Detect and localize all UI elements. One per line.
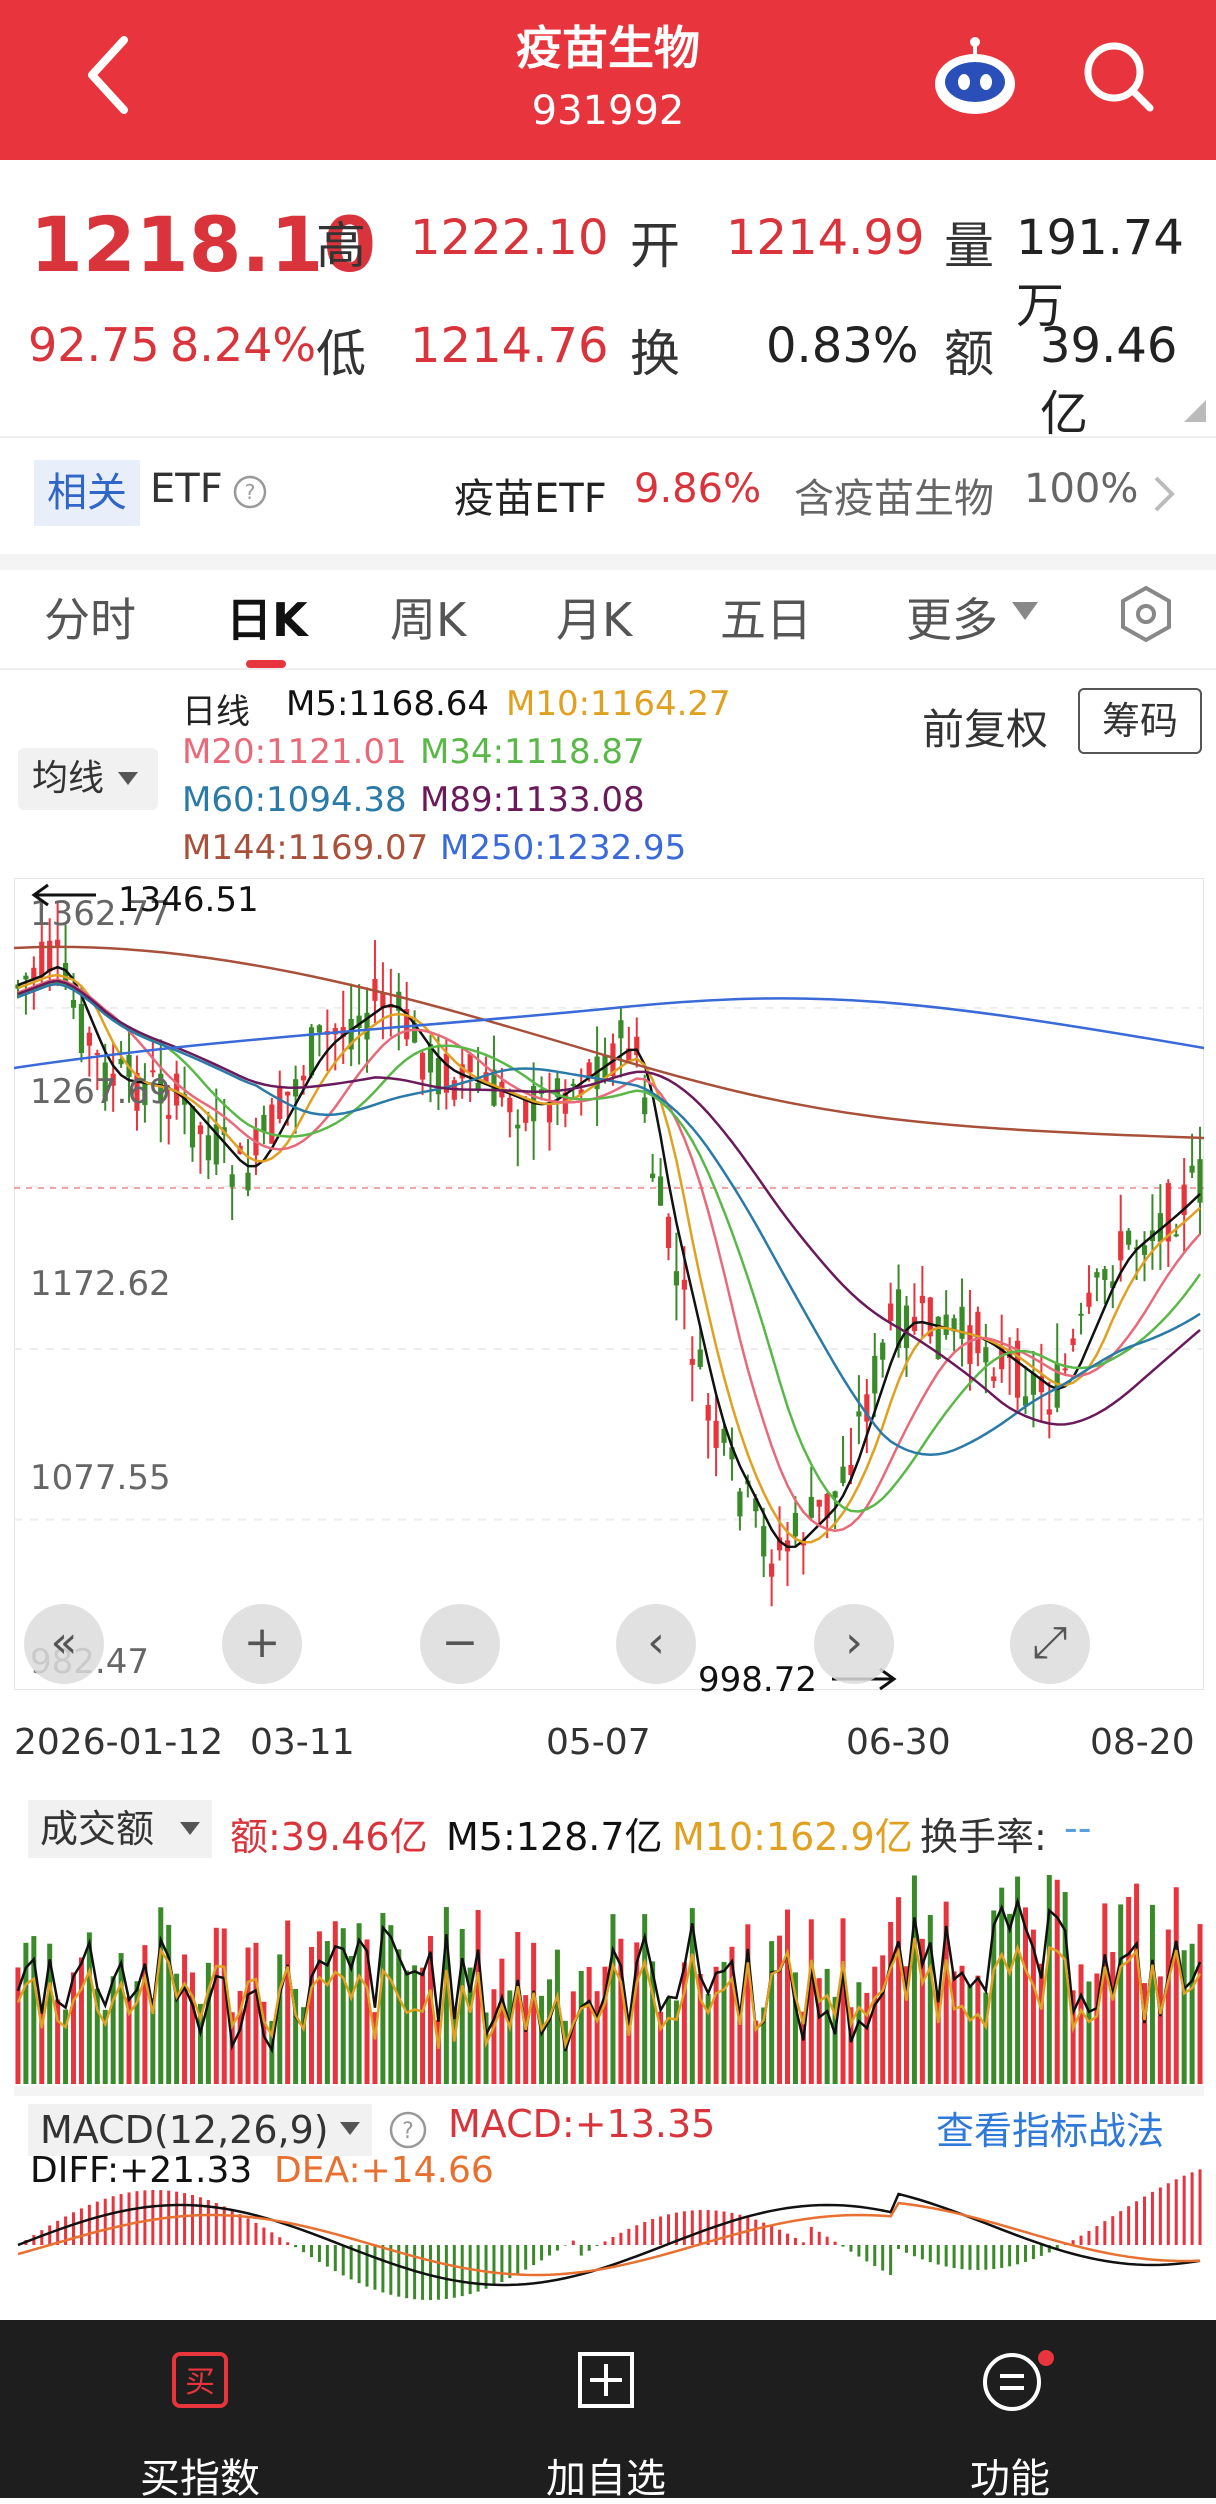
ma60-value: M60:1094.38	[182, 780, 407, 820]
etf-holding-label: 含疫苗生物	[794, 466, 994, 524]
volume-label: 量	[944, 206, 994, 278]
ma89-value: M89:1133.08	[420, 780, 645, 820]
help-icon[interactable]: ?	[232, 474, 268, 510]
ma144-value: M144:1169.07	[182, 828, 428, 868]
zoom-out-icon[interactable]: −	[420, 1604, 500, 1684]
volume-amount: 额:39.46亿	[230, 1806, 428, 1861]
tab-weekly-k[interactable]: 周K	[390, 584, 466, 650]
ma20-value: M20:1121.01	[182, 732, 407, 772]
open-label: 开	[630, 206, 680, 278]
turnover-rate-label: 换手率:	[920, 1806, 1047, 1861]
chevron-right-icon[interactable]	[1150, 472, 1178, 516]
ma34-value: M34:1118.87	[420, 732, 645, 772]
help-icon[interactable]: ?	[388, 2110, 428, 2150]
etf-holding-pct: 100%	[1024, 466, 1138, 512]
fullscreen-icon[interactable]: ⤢	[1010, 1604, 1090, 1684]
page-title: 疫苗生物	[0, 12, 1216, 78]
candlestick-chart[interactable]	[14, 878, 1204, 1690]
adjust-mode[interactable]: 前复权	[922, 696, 1048, 757]
max-arrow-icon	[30, 880, 100, 910]
turnover-rate-value: --	[1064, 1806, 1091, 1850]
add-watchlist-button[interactable]: 加自选	[506, 2446, 706, 2504]
svg-text:?: ?	[402, 2119, 414, 2144]
volume-m5: M5:128.7亿	[446, 1806, 663, 1861]
price-change: 92.75	[28, 318, 160, 372]
tab-more[interactable]: 更多	[906, 584, 998, 650]
buy-icon[interactable]: 买	[170, 2350, 230, 2410]
tab-five-day[interactable]: 五日	[720, 584, 812, 650]
svg-text:?: ?	[245, 480, 256, 504]
ma5-value: M5:1168.64	[286, 684, 489, 724]
section-gap	[14, 2086, 1204, 2096]
low-label: 低	[316, 314, 366, 386]
etf-word: ETF	[150, 466, 223, 512]
expand-corner-icon[interactable]	[1184, 400, 1206, 422]
macd-selector-label: MACD(12,26,9)	[40, 2108, 329, 2152]
scroll-to-start-icon[interactable]: «	[24, 1604, 104, 1684]
caret-down-icon	[180, 1822, 200, 1836]
tab-monthly-k[interactable]: 月K	[556, 584, 632, 650]
search-icon[interactable]	[1078, 36, 1158, 116]
y-axis-label-4: 1077.55	[30, 1458, 171, 1498]
x-axis-label-5: 08-20	[1090, 1722, 1195, 1763]
etf-change: 9.86%	[634, 466, 761, 512]
low-value: 1214.76	[410, 318, 609, 374]
tab-daily-k[interactable]: 日K	[226, 584, 308, 650]
chips-button[interactable]: 筹码	[1078, 688, 1202, 754]
open-value: 1214.99	[726, 210, 925, 266]
ma-period-type: 日线	[182, 684, 250, 733]
caret-down-icon	[1012, 602, 1038, 622]
function-menu-icon[interactable]	[980, 2348, 1056, 2412]
active-tab-indicator	[246, 660, 286, 668]
macd-chart[interactable]	[14, 2150, 1204, 2320]
settings-hexagon-icon[interactable]	[1116, 584, 1176, 644]
min-price-label: 998.72	[698, 1660, 817, 1700]
high-label: 高	[316, 206, 366, 278]
macd-selector[interactable]: MACD(12,26,9)	[28, 2104, 372, 2156]
buy-icon-glyph: 买	[185, 2365, 215, 2400]
macd-value: MACD:+13.35	[448, 2102, 715, 2146]
high-value: 1222.10	[410, 210, 609, 266]
tab-timeshare[interactable]: 分时	[44, 584, 136, 650]
ma250-value: M250:1232.95	[440, 828, 686, 868]
volume-chart[interactable]	[14, 1862, 1204, 2084]
robot-assistant-icon[interactable]	[930, 32, 1020, 122]
turnover-label: 换	[630, 314, 680, 386]
price-change-percent: 8.24%	[170, 318, 316, 372]
etf-name[interactable]: 疫苗ETF	[454, 466, 607, 524]
index-code: 931992	[0, 88, 1216, 134]
caret-down-icon	[118, 772, 138, 786]
x-axis-label-3: 05-07	[546, 1722, 651, 1763]
buy-index-button[interactable]: 买指数	[100, 2446, 300, 2504]
x-axis-label-2: 03-11	[250, 1722, 355, 1763]
section-gap	[0, 554, 1216, 570]
function-button[interactable]: 功能	[910, 2446, 1110, 2504]
divider	[0, 668, 1216, 670]
add-watchlist-icon[interactable]	[576, 2350, 636, 2410]
y-axis-label-3: 1172.62	[30, 1264, 171, 1304]
caret-down-icon	[340, 2122, 360, 2136]
y-axis-label-2: 1267.69	[30, 1072, 171, 1112]
ma-selector-label: 均线	[32, 758, 104, 799]
ma10-value: M10:1164.27	[506, 684, 731, 724]
scroll-left-icon[interactable]: ‹	[616, 1604, 696, 1684]
related-tag: 相关	[34, 460, 140, 526]
zoom-in-icon[interactable]: +	[222, 1604, 302, 1684]
indicator-strategy-link[interactable]: 查看指标战法	[936, 2100, 1164, 2155]
amount-label: 额	[944, 314, 994, 386]
x-axis-label-4: 06-30	[846, 1722, 951, 1763]
volume-selector-label: 成交额	[40, 1807, 154, 1851]
turnover-value: 0.83%	[766, 318, 918, 374]
x-axis-label-1: 2026-01-12	[14, 1722, 223, 1763]
volume-m10: M10:162.9亿	[672, 1806, 913, 1861]
amount-value: 39.46亿	[1040, 318, 1216, 444]
max-price-label: 1346.51	[118, 880, 259, 920]
scroll-right-icon[interactable]: ›	[814, 1604, 894, 1684]
